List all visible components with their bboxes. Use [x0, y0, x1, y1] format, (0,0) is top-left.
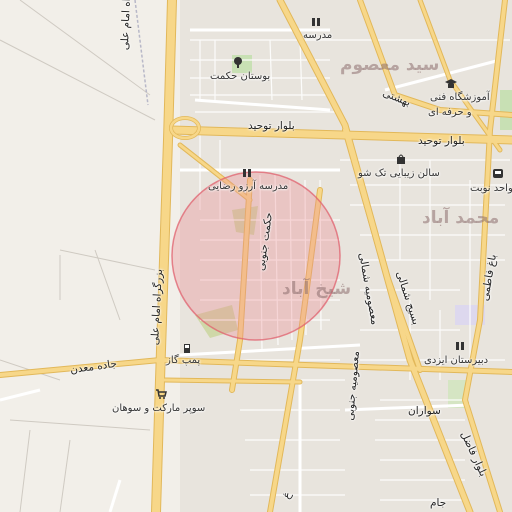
map-canvas[interactable]: سید معصوم محمد آباد شیخ آباد بزرگراه اما… — [0, 0, 512, 512]
tree-icon[interactable] — [232, 56, 244, 68]
fuel-icon[interactable] — [182, 342, 194, 354]
shopping-bag-icon[interactable] — [395, 153, 407, 165]
poi-label-super-market[interactable]: سوپر مارکت و سوهان — [112, 404, 205, 414]
graduation-cap-icon[interactable] — [445, 78, 457, 90]
road-label-tohid: بلوار توحید — [248, 120, 295, 132]
school-icon[interactable] — [454, 340, 466, 352]
cart-icon[interactable] — [155, 388, 167, 400]
district-label-mohammad-abad: محمد آباد — [422, 208, 500, 228]
poi-label-pomp-gaz[interactable]: پمپ گاز — [166, 356, 200, 366]
poi-label-bustan-hekmat[interactable]: بوستان حکمت — [210, 72, 270, 82]
poi-label-dabirestan[interactable]: دبیرستان ایزدی — [424, 356, 488, 366]
district-label-seyed-masoum: سید معصوم — [340, 55, 440, 75]
poi-label-amuzeshgah-1[interactable]: آموزشگاه فنی — [430, 93, 490, 103]
road-label-savaran: سواران — [408, 405, 441, 417]
poi-label-salon[interactable]: سالن زیبایی تک شو — [358, 169, 440, 179]
road-label-small-jam: جام — [430, 497, 447, 509]
district-label-sheikh-abad: شیخ آباد — [282, 279, 352, 299]
poi-label-vahed-nobat[interactable]: ط واحد نوبت — [470, 184, 512, 194]
poi-label-madrese[interactable]: مدرسه — [303, 31, 332, 41]
poi-label-madrese-arezu[interactable]: مدرسه آرزو رضایی — [208, 182, 288, 192]
road-label-imam-ali-top: بزرگراه امام علی — [119, 0, 134, 51]
road-label-tohid-east: بلوار توحید — [418, 135, 465, 147]
park-area — [500, 90, 512, 130]
poi-label-amuzeshgah-2[interactable]: و حرفه ای — [428, 108, 472, 118]
school-icon[interactable] — [241, 167, 253, 179]
school-icon[interactable] — [310, 16, 322, 28]
bus-icon[interactable] — [492, 168, 504, 180]
